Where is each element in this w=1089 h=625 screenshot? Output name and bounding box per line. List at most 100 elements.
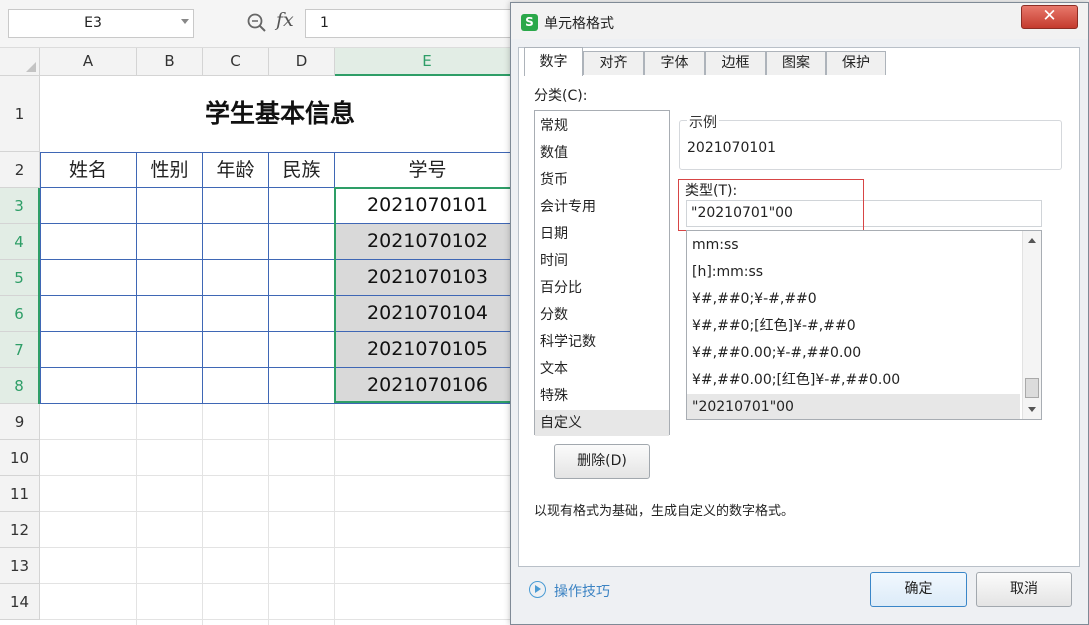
cancel-button[interactable]: 取消: [976, 572, 1072, 607]
row-header-9[interactable]: 9: [0, 404, 40, 440]
row-header-3[interactable]: 3: [0, 188, 40, 224]
row-header-5[interactable]: 5: [0, 260, 40, 296]
table-cell[interactable]: [203, 368, 269, 404]
format-item[interactable]: [h]:mm:ss: [687, 259, 1020, 286]
row-header-13[interactable]: 13: [0, 548, 40, 584]
format-list-scrollbar[interactable]: [1022, 231, 1041, 419]
tab-number[interactable]: 数字: [524, 47, 583, 76]
row-header-8[interactable]: 8: [0, 368, 40, 404]
student-id-cell[interactable]: 2021070105: [335, 332, 520, 368]
formula-input[interactable]: 1: [305, 9, 525, 38]
table-cell[interactable]: [40, 188, 137, 224]
tips-link[interactable]: 操作技巧: [554, 581, 610, 601]
header-cell-student-id[interactable]: 学号: [335, 152, 520, 188]
tab-alignment[interactable]: 对齐: [583, 51, 644, 75]
row-header-6[interactable]: 6: [0, 296, 40, 332]
category-item[interactable]: 文本: [535, 356, 669, 382]
format-item[interactable]: ¥#,##0.00;¥-#,##0.00: [687, 340, 1020, 367]
category-item[interactable]: 会计专用: [535, 194, 669, 220]
table-cell[interactable]: [203, 332, 269, 368]
table-cell[interactable]: [137, 368, 203, 404]
scroll-thumb[interactable]: [1025, 378, 1039, 398]
chevron-down-icon[interactable]: [181, 19, 189, 24]
scroll-down-icon[interactable]: [1028, 407, 1036, 412]
category-item[interactable]: 特殊: [535, 383, 669, 409]
row-header-11[interactable]: 11: [0, 476, 40, 512]
student-id-cell[interactable]: 2021070103: [335, 260, 520, 296]
category-item[interactable]: 时间: [535, 248, 669, 274]
select-all-corner[interactable]: [0, 48, 40, 76]
close-button[interactable]: ✕: [1021, 5, 1078, 29]
table-cell[interactable]: [40, 368, 137, 404]
tab-font[interactable]: 字体: [644, 51, 705, 75]
table-cell[interactable]: [269, 332, 335, 368]
category-list[interactable]: 常规 数值 货币 会计专用 日期 时间 百分比 分数 科学记数 文本 特殊 自定…: [534, 110, 670, 436]
table-cell[interactable]: [40, 332, 137, 368]
format-item[interactable]: ¥#,##0;¥-#,##0: [687, 286, 1020, 313]
table-cell[interactable]: [203, 188, 269, 224]
student-id-cell[interactable]: 2021070101: [335, 188, 520, 224]
format-item[interactable]: mm:ss: [687, 232, 1020, 259]
category-item[interactable]: 科学记数: [535, 329, 669, 355]
table-cell[interactable]: [137, 188, 203, 224]
category-item[interactable]: 货币: [535, 167, 669, 193]
format-list[interactable]: mm:ss [h]:mm:ss ¥#,##0;¥-#,##0 ¥#,##0;[红…: [686, 230, 1042, 420]
fx-icon[interactable]: fx: [276, 9, 294, 31]
student-id-cell[interactable]: 2021070106: [335, 368, 520, 404]
category-item[interactable]: 分数: [535, 302, 669, 328]
zoom-search-icon[interactable]: [246, 12, 268, 34]
tab-pattern[interactable]: 图案: [766, 51, 826, 75]
table-cell[interactable]: [137, 224, 203, 260]
format-item-selected[interactable]: "20210701"00: [687, 394, 1020, 419]
category-item[interactable]: 数值: [535, 140, 669, 166]
ok-button[interactable]: 确定: [870, 572, 967, 607]
category-item-custom[interactable]: 自定义: [535, 410, 669, 436]
header-cell-name[interactable]: 姓名: [40, 152, 137, 188]
table-cell[interactable]: [203, 296, 269, 332]
table-cell[interactable]: [40, 224, 137, 260]
name-box[interactable]: E3: [8, 9, 194, 38]
column-header-e[interactable]: E: [335, 48, 520, 76]
row-header-12[interactable]: 12: [0, 512, 40, 548]
table-cell[interactable]: [40, 296, 137, 332]
table-cell[interactable]: [269, 188, 335, 224]
table-cell[interactable]: [203, 260, 269, 296]
table-cell[interactable]: [137, 332, 203, 368]
column-header-b[interactable]: B: [137, 48, 203, 76]
table-cell[interactable]: [203, 224, 269, 260]
row-header-2[interactable]: 2: [0, 152, 40, 188]
category-item[interactable]: 常规: [535, 113, 669, 139]
column-header-c[interactable]: C: [203, 48, 269, 76]
play-circle-icon[interactable]: [529, 581, 546, 598]
row-header-4[interactable]: 4: [0, 224, 40, 260]
row-header-14[interactable]: 14: [0, 584, 40, 620]
table-cell[interactable]: [269, 260, 335, 296]
row-header-1[interactable]: 1: [0, 76, 40, 152]
table-cell[interactable]: [40, 260, 137, 296]
table-cell[interactable]: [137, 260, 203, 296]
type-input[interactable]: "20210701"00: [686, 200, 1042, 227]
header-cell-age[interactable]: 年龄: [203, 152, 269, 188]
student-id-cell[interactable]: 2021070102: [335, 224, 520, 260]
table-cell[interactable]: [269, 296, 335, 332]
category-item[interactable]: 日期: [535, 221, 669, 247]
header-cell-gender[interactable]: 性别: [137, 152, 203, 188]
category-item[interactable]: 百分比: [535, 275, 669, 301]
tab-protection[interactable]: 保护: [826, 51, 886, 75]
table-cell[interactable]: [269, 368, 335, 404]
sheet-title-cell[interactable]: 学生基本信息: [40, 76, 520, 152]
format-item[interactable]: ¥#,##0.00;[红色]¥-#,##0.00: [687, 367, 1020, 394]
tab-border[interactable]: 边框: [705, 51, 766, 75]
student-id-cell[interactable]: 2021070104: [335, 296, 520, 332]
format-item[interactable]: ¥#,##0;[红色]¥-#,##0: [687, 313, 1020, 340]
dialog-titlebar[interactable]: S 单元格格式 ✕: [511, 3, 1088, 39]
header-cell-ethnicity[interactable]: 民族: [269, 152, 335, 188]
table-cell[interactable]: [269, 224, 335, 260]
row-header-7[interactable]: 7: [0, 332, 40, 368]
scroll-up-icon[interactable]: [1028, 238, 1036, 243]
row-header-10[interactable]: 10: [0, 440, 40, 476]
table-cell[interactable]: [137, 296, 203, 332]
delete-button[interactable]: 删除(D): [554, 444, 650, 479]
column-header-a[interactable]: A: [40, 48, 137, 76]
column-header-d[interactable]: D: [269, 48, 335, 76]
